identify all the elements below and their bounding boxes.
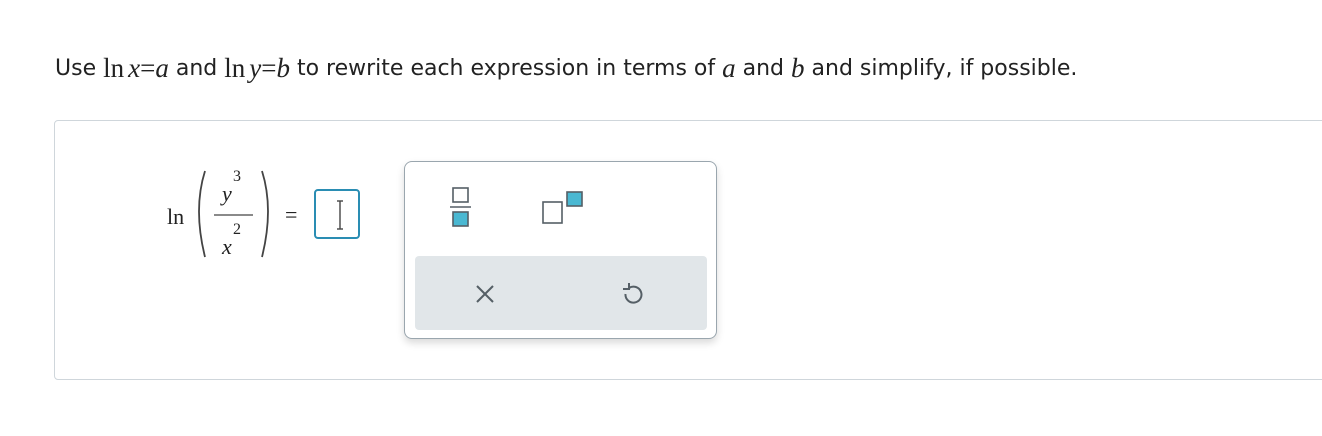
- math-var-x: x: [128, 52, 141, 83]
- fraction-template-icon: [450, 187, 471, 227]
- exponent-template-icon: [542, 191, 583, 224]
- denominator-base: x: [222, 234, 232, 259]
- toolbox-action-bar: [415, 256, 707, 330]
- denominator-exponent: 2: [233, 221, 241, 238]
- clear-button[interactable]: [473, 282, 497, 306]
- instruction-text: to rewrite each expression in terms of: [296, 55, 716, 81]
- undo-button[interactable]: [621, 282, 645, 306]
- problem-instruction: Use ln x = a and ln y = b to rewrite eac…: [55, 50, 1077, 86]
- exponent-button[interactable]: [535, 186, 587, 230]
- close-icon: [476, 285, 494, 303]
- fraction-button[interactable]: [445, 180, 477, 234]
- math-var-b: b: [791, 52, 805, 83]
- text-cursor-icon: [337, 200, 343, 230]
- math-equals: =: [261, 52, 277, 83]
- instruction-and: and: [742, 55, 785, 81]
- math-var-a: a: [155, 52, 169, 83]
- math-var-b: b: [276, 52, 290, 83]
- left-paren: [198, 170, 206, 258]
- math-var-y: y: [249, 52, 262, 83]
- math-ln: ln: [224, 52, 246, 83]
- numerator-base: y: [222, 181, 232, 206]
- math-toolbox: [404, 161, 717, 339]
- math-ln: ln: [103, 52, 125, 83]
- instruction-and: and: [175, 55, 218, 81]
- answer-input[interactable]: [314, 189, 360, 239]
- undo-icon: [623, 283, 643, 304]
- instruction-use: Use: [55, 55, 97, 81]
- equals-sign: =: [285, 202, 298, 227]
- numerator-exponent: 3: [233, 168, 241, 185]
- math-equals: =: [140, 52, 156, 83]
- instruction-text: and simplify, if possible.: [811, 55, 1078, 81]
- math-var-a: a: [722, 52, 736, 83]
- right-paren: [261, 170, 269, 258]
